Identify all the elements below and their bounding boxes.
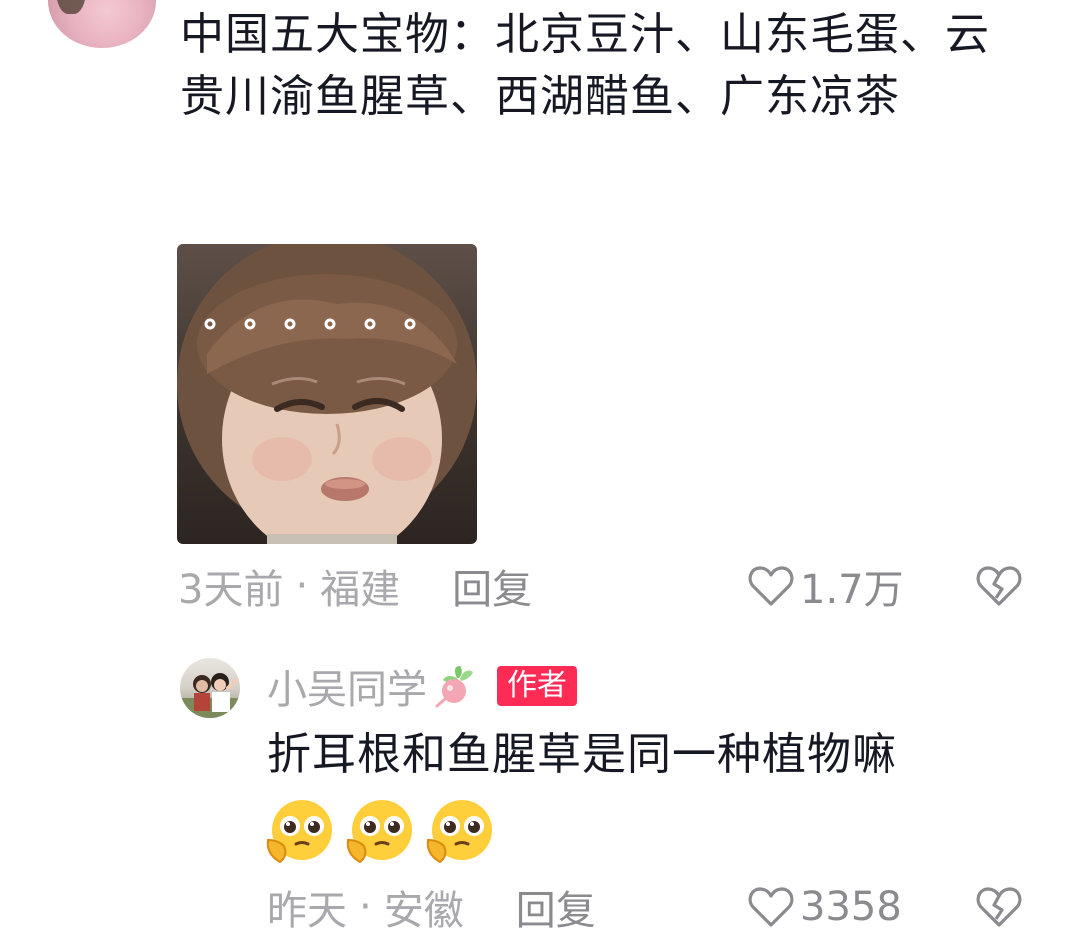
broken-heart-icon	[976, 566, 1022, 606]
pleading-face-emoji	[346, 800, 412, 864]
comment-text: 中国五大宝物：北京豆汁、山东毛蛋、云贵川渝鱼腥草、西湖醋鱼、广东凉茶	[180, 9, 990, 122]
broken-heart-icon	[976, 887, 1022, 927]
pleading-face-emoji	[266, 800, 332, 864]
comment-meta: 3天前 · 福建 回复	[178, 561, 532, 613]
emoji-row	[262, 796, 498, 868]
child-face-illustration	[177, 244, 477, 544]
heart-outline-icon	[748, 566, 794, 606]
heart-outline-icon	[748, 887, 794, 927]
like-count: 1.7万	[800, 567, 904, 613]
meta-separator: ·	[295, 563, 309, 609]
author-badge: 作者	[497, 666, 577, 706]
avatar-photo	[180, 673, 240, 718]
like-button[interactable]: 1.7万	[748, 561, 904, 613]
reply-text: 折耳根和鱼腥草是同一种植物嘛	[267, 729, 897, 780]
author-username[interactable]: 小吴同学	[267, 657, 427, 715]
comment-time: 3天前	[178, 567, 284, 613]
radish-icon	[435, 666, 473, 708]
pleading-face-emoji	[426, 800, 492, 864]
commenter-avatar[interactable]	[48, 0, 156, 48]
dislike-button[interactable]	[975, 885, 1023, 933]
meta-separator: ·	[359, 884, 372, 930]
reply-location: 安徽	[383, 888, 464, 934]
comment-location: 福建	[320, 567, 401, 613]
like-count: 3358	[800, 884, 902, 930]
meme-sticker-image[interactable]: 。。。。。。	[177, 244, 477, 544]
dislike-button[interactable]	[975, 564, 1023, 612]
author-username-row: 小吴同学 作者	[267, 657, 577, 715]
reply-button[interactable]: 回复	[516, 878, 596, 936]
author-avatar[interactable]	[180, 658, 240, 718]
like-button[interactable]: 3358	[748, 882, 902, 932]
reply-meta: 昨天 · 安徽 回复	[267, 882, 596, 934]
reply-button[interactable]: 回复	[452, 557, 532, 615]
reply-time: 昨天	[267, 888, 347, 934]
avatar-hair	[56, 0, 86, 14]
